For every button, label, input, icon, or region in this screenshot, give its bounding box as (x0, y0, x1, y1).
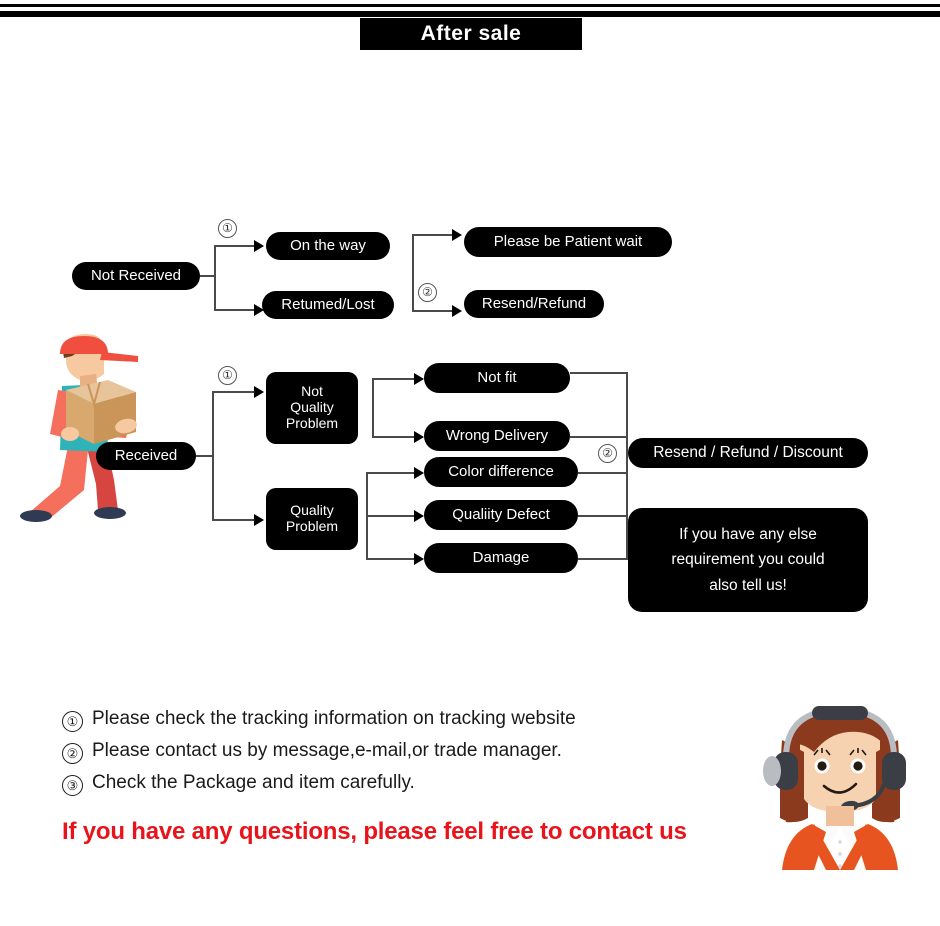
note-item: ② Please contact us by message,e-mail,or… (62, 740, 702, 764)
note-number: ② (62, 743, 83, 764)
bubble-line-1: If you have any else (679, 525, 817, 543)
not-quality-line-2: Quality (290, 399, 334, 416)
connector-received-bus (212, 391, 214, 521)
step-marker-1-not-received: ① (218, 219, 237, 238)
support-agent-illustration (763, 706, 906, 870)
step-marker-2-not-received: ② (418, 283, 437, 302)
top-rule-thin (0, 4, 940, 7)
arrow-to-color-difference (414, 467, 424, 479)
note-item: ③ Check the Package and item carefully. (62, 772, 702, 796)
connector-to-patient-wait (412, 234, 454, 236)
arrow-to-not-fit (414, 373, 424, 385)
connector-to-color-difference (366, 472, 416, 474)
connector-outcome-bus (412, 234, 414, 312)
node-color-difference: Color difference (424, 457, 578, 487)
node-qualiity-defect: Qualiity Defect (424, 500, 578, 530)
arrow-to-patient-wait (452, 229, 462, 241)
arrow-to-on-the-way (254, 240, 264, 252)
connector-to-resend-refund (412, 310, 454, 312)
arrow-to-damage (414, 553, 424, 565)
page-title: After sale (360, 18, 582, 50)
node-not-fit: Not fit (424, 363, 570, 393)
connector-quality-defect-out (578, 515, 628, 517)
node-not-quality-problem: Not Quality Problem (266, 372, 358, 444)
note-text: Please check the tracking information on… (92, 708, 576, 729)
node-please-be-patient-wait: Please be Patient wait (464, 227, 672, 257)
arrow-to-resend-refund (452, 305, 462, 317)
node-received: Received (96, 442, 196, 470)
node-not-received: Not Received (72, 262, 200, 290)
node-damage: Damage (424, 543, 578, 573)
after-sale-infographic: After sale Not Received ① On the way Ret… (0, 0, 940, 926)
contact-us-cta: If you have any questions, please feel f… (62, 818, 687, 845)
connector-not-received-bus (214, 245, 216, 311)
arrow-to-not-quality (254, 386, 264, 398)
connector-color-difference-out (578, 472, 628, 474)
connector-to-quality-defect (366, 515, 416, 517)
connector-wrong-delivery-out (570, 436, 628, 438)
node-resend-refund: Resend/Refund (464, 290, 604, 318)
note-text: Check the Package and item carefully. (92, 772, 415, 793)
connector-not-quality-bus (372, 378, 374, 438)
node-returned-lost: Retumed/Lost (262, 291, 394, 319)
bubble-line-2: requirement you could (671, 551, 825, 569)
connector-to-not-quality (212, 391, 256, 393)
top-rule-thick (0, 11, 940, 17)
note-text: Please contact us by message,e-mail,or t… (92, 740, 562, 761)
not-quality-line-1: Not (301, 383, 323, 400)
node-quality-problem: Quality Problem (266, 488, 358, 550)
node-on-the-way: On the way (266, 232, 390, 260)
delivery-man-illustration (20, 334, 138, 522)
connector-to-returned-lost (214, 309, 256, 311)
note-number: ③ (62, 775, 83, 796)
not-quality-line-3: Problem (285, 414, 339, 431)
node-resend-refund-discount: Resend / Refund / Discount (628, 438, 868, 468)
note-item: ① Please check the tracking information … (62, 708, 702, 732)
connector-to-wrong-delivery (372, 436, 416, 438)
quality-line-2: Problem (285, 518, 339, 534)
connector-to-on-the-way (214, 245, 256, 247)
connector-to-quality (212, 519, 256, 521)
arrow-to-quality (254, 514, 264, 526)
node-wrong-delivery: Wrong Delivery (424, 421, 570, 451)
step-marker-1-received: ① (218, 366, 237, 385)
arrow-to-quality-defect (414, 510, 424, 522)
quality-line-1: Quality (290, 502, 334, 519)
note-number: ① (62, 711, 83, 732)
connector-to-not-fit (372, 378, 416, 380)
speech-bubble-note: If you have any else requirement you cou… (628, 508, 868, 612)
step-marker-2-received: ② (598, 444, 617, 463)
bubble-line-3: also tell us! (709, 576, 787, 594)
connector-to-damage (366, 558, 416, 560)
notes-list: ① Please check the tracking information … (62, 708, 702, 804)
arrow-to-wrong-delivery (414, 431, 424, 443)
connector-not-fit-out (570, 372, 628, 374)
connector-damage-out (578, 558, 628, 560)
